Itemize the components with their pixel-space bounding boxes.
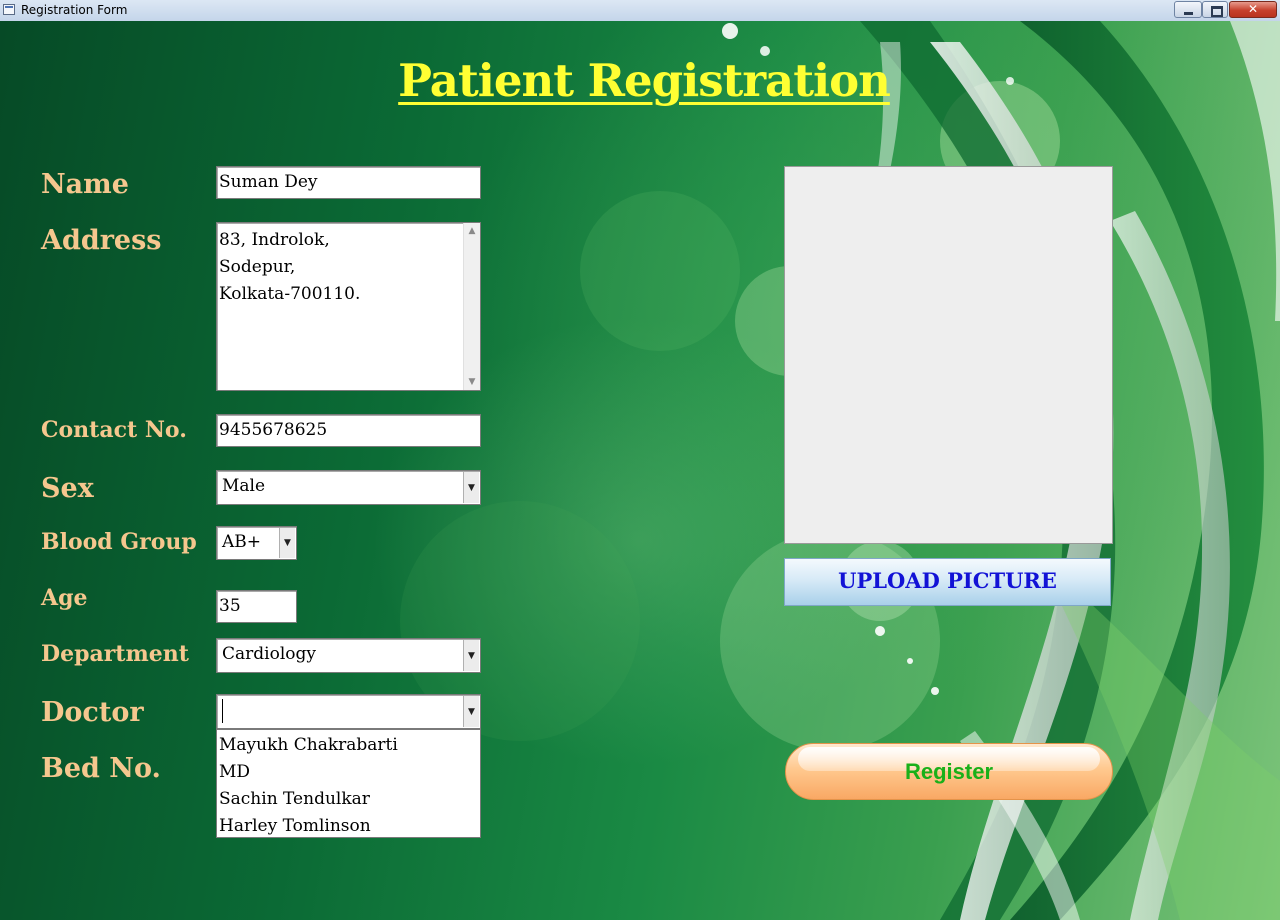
doctor-option[interactable]: Harley Tomlinson <box>219 813 478 840</box>
blood-group-select-value: AB+ <box>222 532 262 552</box>
department-select[interactable]: Cardiology ▼ <box>216 638 481 673</box>
doctor-select[interactable]: ▼ <box>216 694 481 729</box>
chevron-down-icon[interactable]: ▼ <box>463 640 479 671</box>
doctor-label: Doctor <box>41 697 144 728</box>
maximize-button[interactable] <box>1202 1 1228 18</box>
address-scrollbar[interactable]: ▲ ▼ <box>463 223 480 390</box>
name-input[interactable]: Suman Dey <box>216 166 481 199</box>
upload-picture-button[interactable]: UPLOAD PICTURE <box>784 558 1111 606</box>
sex-select-value: Male <box>222 476 266 496</box>
doctor-dropdown-list: Mayukh Chakrabarti MD Sachin Tendulkar H… <box>216 729 481 838</box>
register-button[interactable]: Register <box>785 743 1113 800</box>
bed-label: Bed No. <box>41 753 161 784</box>
close-button[interactable] <box>1229 1 1277 18</box>
register-button-label: Register <box>904 759 994 784</box>
page-title: Patient Registration <box>398 54 891 107</box>
doctor-option[interactable]: MD <box>219 759 478 786</box>
name-label: Name <box>41 169 129 200</box>
address-text: 83, Indrolok, Sodepur, Kolkata-700110. <box>219 230 361 304</box>
contact-input[interactable]: 9455678625 <box>216 414 481 447</box>
scroll-down-icon[interactable]: ▼ <box>464 374 480 390</box>
address-label: Address <box>41 225 162 256</box>
sex-select[interactable]: Male ▼ <box>216 470 481 505</box>
chevron-down-icon[interactable]: ▼ <box>463 696 479 727</box>
patient-photo-box <box>784 166 1113 544</box>
sex-label: Sex <box>41 473 94 504</box>
department-label: Department <box>41 641 189 667</box>
window-titlebar: Registration Form <box>0 0 1280 22</box>
age-label: Age <box>41 585 88 611</box>
doctor-option[interactable]: Sachin Tendulkar <box>219 786 478 813</box>
text-caret <box>222 699 223 723</box>
chevron-down-icon[interactable]: ▼ <box>463 472 479 503</box>
blood-group-select[interactable]: AB+ ▼ <box>216 526 297 560</box>
blood-group-label: Blood Group <box>41 529 197 555</box>
department-select-value: Cardiology <box>222 644 316 664</box>
age-input[interactable]: 35 <box>216 590 297 623</box>
address-textarea[interactable]: 83, Indrolok, Sodepur, Kolkata-700110. ▲… <box>216 222 481 391</box>
scroll-up-icon[interactable]: ▲ <box>464 223 480 239</box>
chevron-down-icon[interactable]: ▼ <box>279 528 295 558</box>
app-window-icon <box>3 4 15 15</box>
doctor-option[interactable]: Mayukh Chakrabarti <box>219 732 478 759</box>
window-title: Registration Form <box>21 3 128 17</box>
minimize-button[interactable] <box>1174 1 1202 18</box>
contact-label: Contact No. <box>41 417 187 443</box>
